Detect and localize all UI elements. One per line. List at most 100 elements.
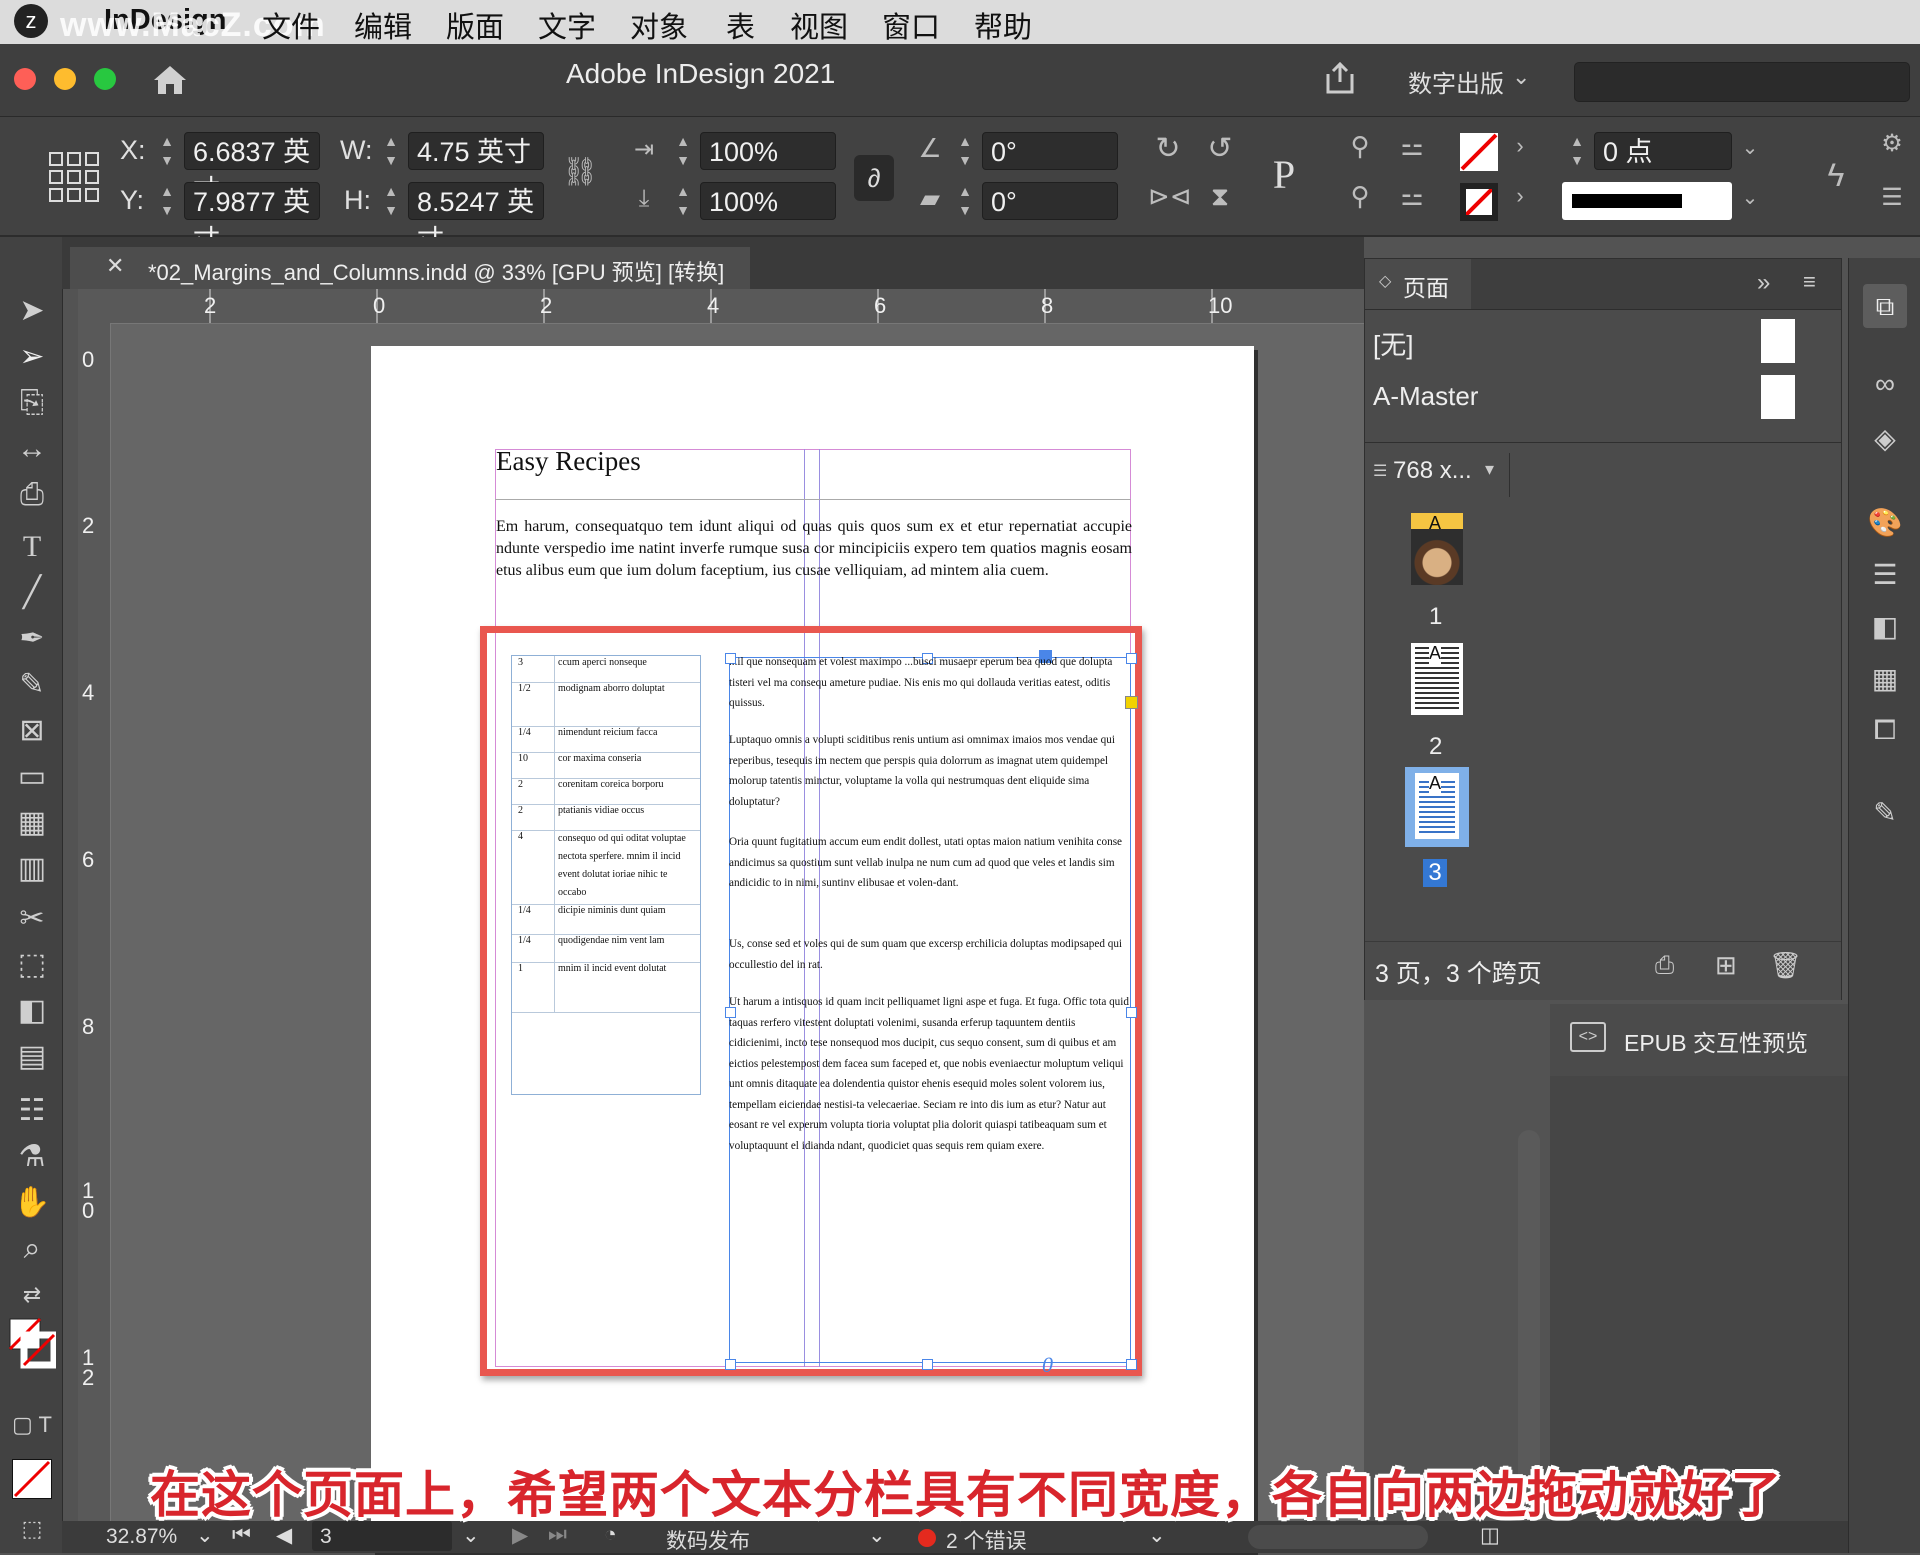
horizontal-ruler[interactable]: 2 0 2 4 6 8 10 — [110, 289, 1364, 324]
recipe-table[interactable]: 3 ccum aperci nonseque 1/2 modignam aborro… — [511, 655, 701, 1095]
gap-tool-icon[interactable]: ↔ — [12, 429, 52, 469]
gear-icon[interactable]: ⚙ — [1876, 129, 1908, 158]
x-field[interactable]: 6.6837 英寸 — [184, 132, 320, 205]
table-row[interactable]: 4 consequo od qui oditat voluptae nectota… — [512, 830, 700, 905]
stroke-type-dropdown-icon[interactable]: ⌄ — [1736, 185, 1764, 210]
vertical-grid-tool-icon[interactable]: ▥ — [12, 849, 52, 889]
apply-none-icon[interactable] — [12, 1459, 52, 1499]
stroke-type-select[interactable] — [1562, 182, 1732, 220]
h-field[interactable]: 8.5247 英寸 — [408, 182, 544, 255]
line-tool-icon[interactable]: ╱ — [12, 573, 52, 613]
cc-libraries-icon[interactable]: ✎ — [1863, 796, 1907, 840]
expand-panel-icon[interactable]: » — [1757, 269, 1770, 297]
panel-menu-icon[interactable]: ☰ — [1876, 183, 1908, 212]
table-row[interactable]: 2 ptatianis vidiae occus — [512, 804, 700, 831]
link-scale-icon[interactable]: ∂ — [854, 155, 894, 201]
minimize-window-button[interactable] — [54, 68, 76, 90]
h-stepper[interactable]: ▲ ▼ — [378, 182, 404, 220]
eyedropper-tool-icon[interactable]: ⚗ — [12, 1137, 52, 1177]
x-stepper[interactable]: ▲ ▼ — [154, 132, 180, 170]
new-page-icon[interactable]: ⊞ — [1715, 950, 1737, 981]
screen-mode-icon[interactable]: ⬚ — [12, 1509, 52, 1549]
document-page[interactable]: Easy Recipes Em harum, consequatquo tem … — [371, 346, 1254, 1553]
constrain-proportions-icon[interactable]: ⛓ — [562, 155, 598, 188]
body-paragraph[interactable]: Us, conse sed et voles qui de sum quam q… — [729, 934, 1131, 975]
page-heading[interactable]: Easy Recipes — [496, 446, 641, 477]
default-colors-icon[interactable]: ⇄ — [12, 1275, 52, 1315]
pencil-tool-icon[interactable]: ✎ — [12, 665, 52, 705]
menu-file[interactable]: 文件 — [262, 4, 320, 46]
vertical-ruler[interactable]: 0 2 4 6 8 1 0 1 2 — [78, 323, 111, 1521]
document-tab[interactable]: ✕ *02_Margins_and_Columns.indd @ 33% [GP… — [70, 247, 750, 289]
table-row[interactable]: 1 mnim il incid event dolutat — [512, 962, 700, 1013]
page-size-select[interactable]: 768 x... — [1393, 457, 1472, 485]
edit-page-size-icon[interactable]: ⎙ — [1655, 952, 1674, 980]
fill-menu-chevron-icon[interactable]: › — [1506, 133, 1534, 159]
chevron-down-icon[interactable]: ⌄ — [1512, 64, 1530, 90]
workspace-switcher[interactable]: 数字出版 — [1408, 64, 1504, 99]
selection-handle[interactable] — [1126, 1359, 1137, 1370]
shear-stepper[interactable]: ▲ ▼ — [952, 182, 978, 220]
selection-handle[interactable] — [725, 1359, 736, 1370]
page-tool-icon[interactable]: ⎘ — [12, 383, 52, 423]
menu-window[interactable]: 窗口 — [882, 4, 940, 46]
menu-object[interactable]: 对象 — [630, 4, 688, 46]
scale-x-field[interactable]: 100% — [700, 132, 836, 170]
body-paragraph[interactable]: ...il que nonsequam et volest maximpo ..… — [729, 652, 1131, 714]
text-wrap-icon[interactable]: ▦ — [1863, 662, 1907, 706]
menu-view[interactable]: 视图 — [790, 4, 848, 46]
zoom-tool-icon[interactable]: ⌕ — [12, 1229, 52, 1269]
ruler-origin[interactable] — [78, 289, 111, 324]
page-thumb[interactable]: A — [1411, 513, 1463, 585]
a-master-thumb[interactable] — [1761, 375, 1795, 419]
flip-vertical-icon[interactable]: ⧗ — [1200, 181, 1240, 213]
epub-panel[interactable]: <> EPUB 交互性预览 — [1550, 1004, 1848, 1077]
a-master-label[interactable]: A-Master — [1373, 381, 1478, 412]
none-master-thumb[interactable] — [1761, 319, 1795, 363]
hand-tool-icon[interactable]: ✋ — [12, 1183, 52, 1223]
page-thumb-selected[interactable]: A — [1405, 767, 1469, 847]
table-row[interactable]: 10 cor maxima conseria — [512, 752, 700, 779]
body-paragraph[interactable]: Oria quunt fugitatium accum eum endit do… — [729, 832, 1131, 894]
panel-menu-icon[interactable]: ≡ — [1803, 269, 1816, 295]
scissors-tool-icon[interactable]: ✂ — [12, 899, 52, 939]
page-number[interactable]: 1 — [1429, 603, 1442, 631]
rotate-stepper[interactable]: ▲ ▼ — [952, 132, 978, 170]
selection-tool-icon[interactable]: ➤ — [12, 291, 52, 331]
page-number[interactable]: 2 — [1429, 733, 1442, 761]
page-number-selected[interactable]: 3 — [1423, 859, 1447, 887]
reference-point-icon[interactable] — [48, 151, 100, 203]
links-icon[interactable]: ∞ — [1863, 368, 1907, 412]
w-stepper[interactable]: ▲ ▼ — [378, 132, 404, 170]
stroke-icon[interactable]: ☰ — [1863, 558, 1907, 602]
y-field[interactable]: 7.9877 英寸 — [184, 182, 320, 255]
selection-handle[interactable] — [922, 1359, 933, 1370]
table-row[interactable]: 1/2 modignam aborro doluptat — [512, 682, 700, 727]
close-window-button[interactable] — [14, 68, 36, 90]
gradient-swatch-tool-icon[interactable]: ◧ — [12, 991, 52, 1031]
horizontal-scrollbar[interactable] — [1248, 1525, 1428, 1549]
fill-stroke-swatch-icon[interactable] — [8, 1317, 58, 1369]
none-master-label[interactable]: [无] — [1373, 325, 1413, 362]
menu-layout[interactable]: 版面 — [446, 4, 504, 46]
menu-table[interactable]: 表 — [726, 4, 755, 46]
share-icon[interactable] — [1322, 60, 1358, 96]
rotate-cw-icon[interactable]: ↻ — [1148, 131, 1188, 166]
table-row[interactable]: 2 corenitam coreica borporu — [512, 778, 700, 805]
fill-none-swatch[interactable] — [1460, 133, 1498, 171]
swatches-icon[interactable]: 🎨 — [1863, 506, 1907, 550]
pages-panel-tab[interactable]: ◇ 页面 — [1365, 259, 1471, 309]
pen-tool-icon[interactable]: ✒ — [12, 619, 52, 659]
gradient-feather-tool-icon[interactable]: ▤ — [12, 1037, 52, 1077]
zoom-window-button[interactable] — [94, 68, 116, 90]
direct-selection-tool-icon[interactable]: ➢ — [12, 337, 52, 377]
body-paragraph[interactable]: Luptaquo omnis a volupti sciditibus reni… — [729, 730, 1131, 812]
menu-edit[interactable]: 编辑 — [354, 4, 412, 46]
note-tool-icon[interactable]: ☷ — [12, 1091, 52, 1131]
layers-icon[interactable]: ◈ — [1863, 422, 1907, 466]
home-icon[interactable] — [150, 60, 190, 100]
table-row[interactable]: 3 ccum aperci nonseque — [512, 656, 700, 683]
formatting-container-icon[interactable]: ▢ T — [12, 1405, 52, 1445]
select-container-icon[interactable]: ⚲ — [1340, 131, 1380, 162]
table-row[interactable]: 1/4 dicipie niminis dunt quiam — [512, 904, 700, 935]
